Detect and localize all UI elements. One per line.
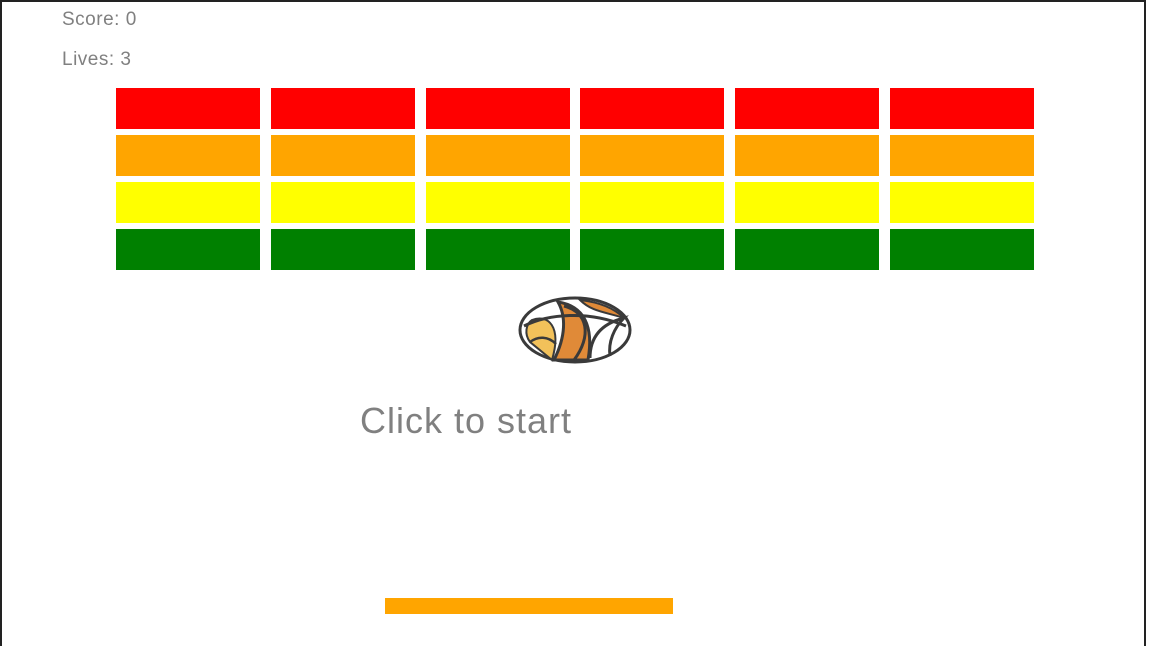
brick	[425, 229, 570, 270]
start-prompt[interactable]: Click to start	[360, 400, 572, 442]
brick	[116, 229, 260, 270]
brick	[735, 229, 880, 270]
brick	[425, 88, 570, 129]
brick	[270, 88, 415, 129]
brick	[116, 182, 260, 223]
brick	[580, 182, 725, 223]
score-label: Score: 0	[62, 9, 137, 30]
brick	[735, 88, 880, 129]
brick	[425, 182, 570, 223]
lives-label: Lives: 3	[62, 49, 132, 70]
brick	[735, 182, 880, 223]
brick	[425, 135, 570, 176]
brick	[735, 135, 880, 176]
brick	[270, 229, 415, 270]
brick	[116, 88, 260, 129]
brick	[270, 182, 415, 223]
brick	[270, 135, 415, 176]
brick	[890, 182, 1034, 223]
brick	[890, 135, 1034, 176]
brick	[890, 229, 1034, 270]
brick	[580, 229, 725, 270]
paddle[interactable]	[385, 598, 673, 614]
brick	[116, 135, 260, 176]
brick	[890, 88, 1034, 129]
brick	[580, 135, 725, 176]
game-canvas[interactable]: Score: 0 Lives: 3 Click to start	[0, 0, 1146, 646]
brick	[580, 88, 725, 129]
basketball-icon	[518, 296, 632, 364]
